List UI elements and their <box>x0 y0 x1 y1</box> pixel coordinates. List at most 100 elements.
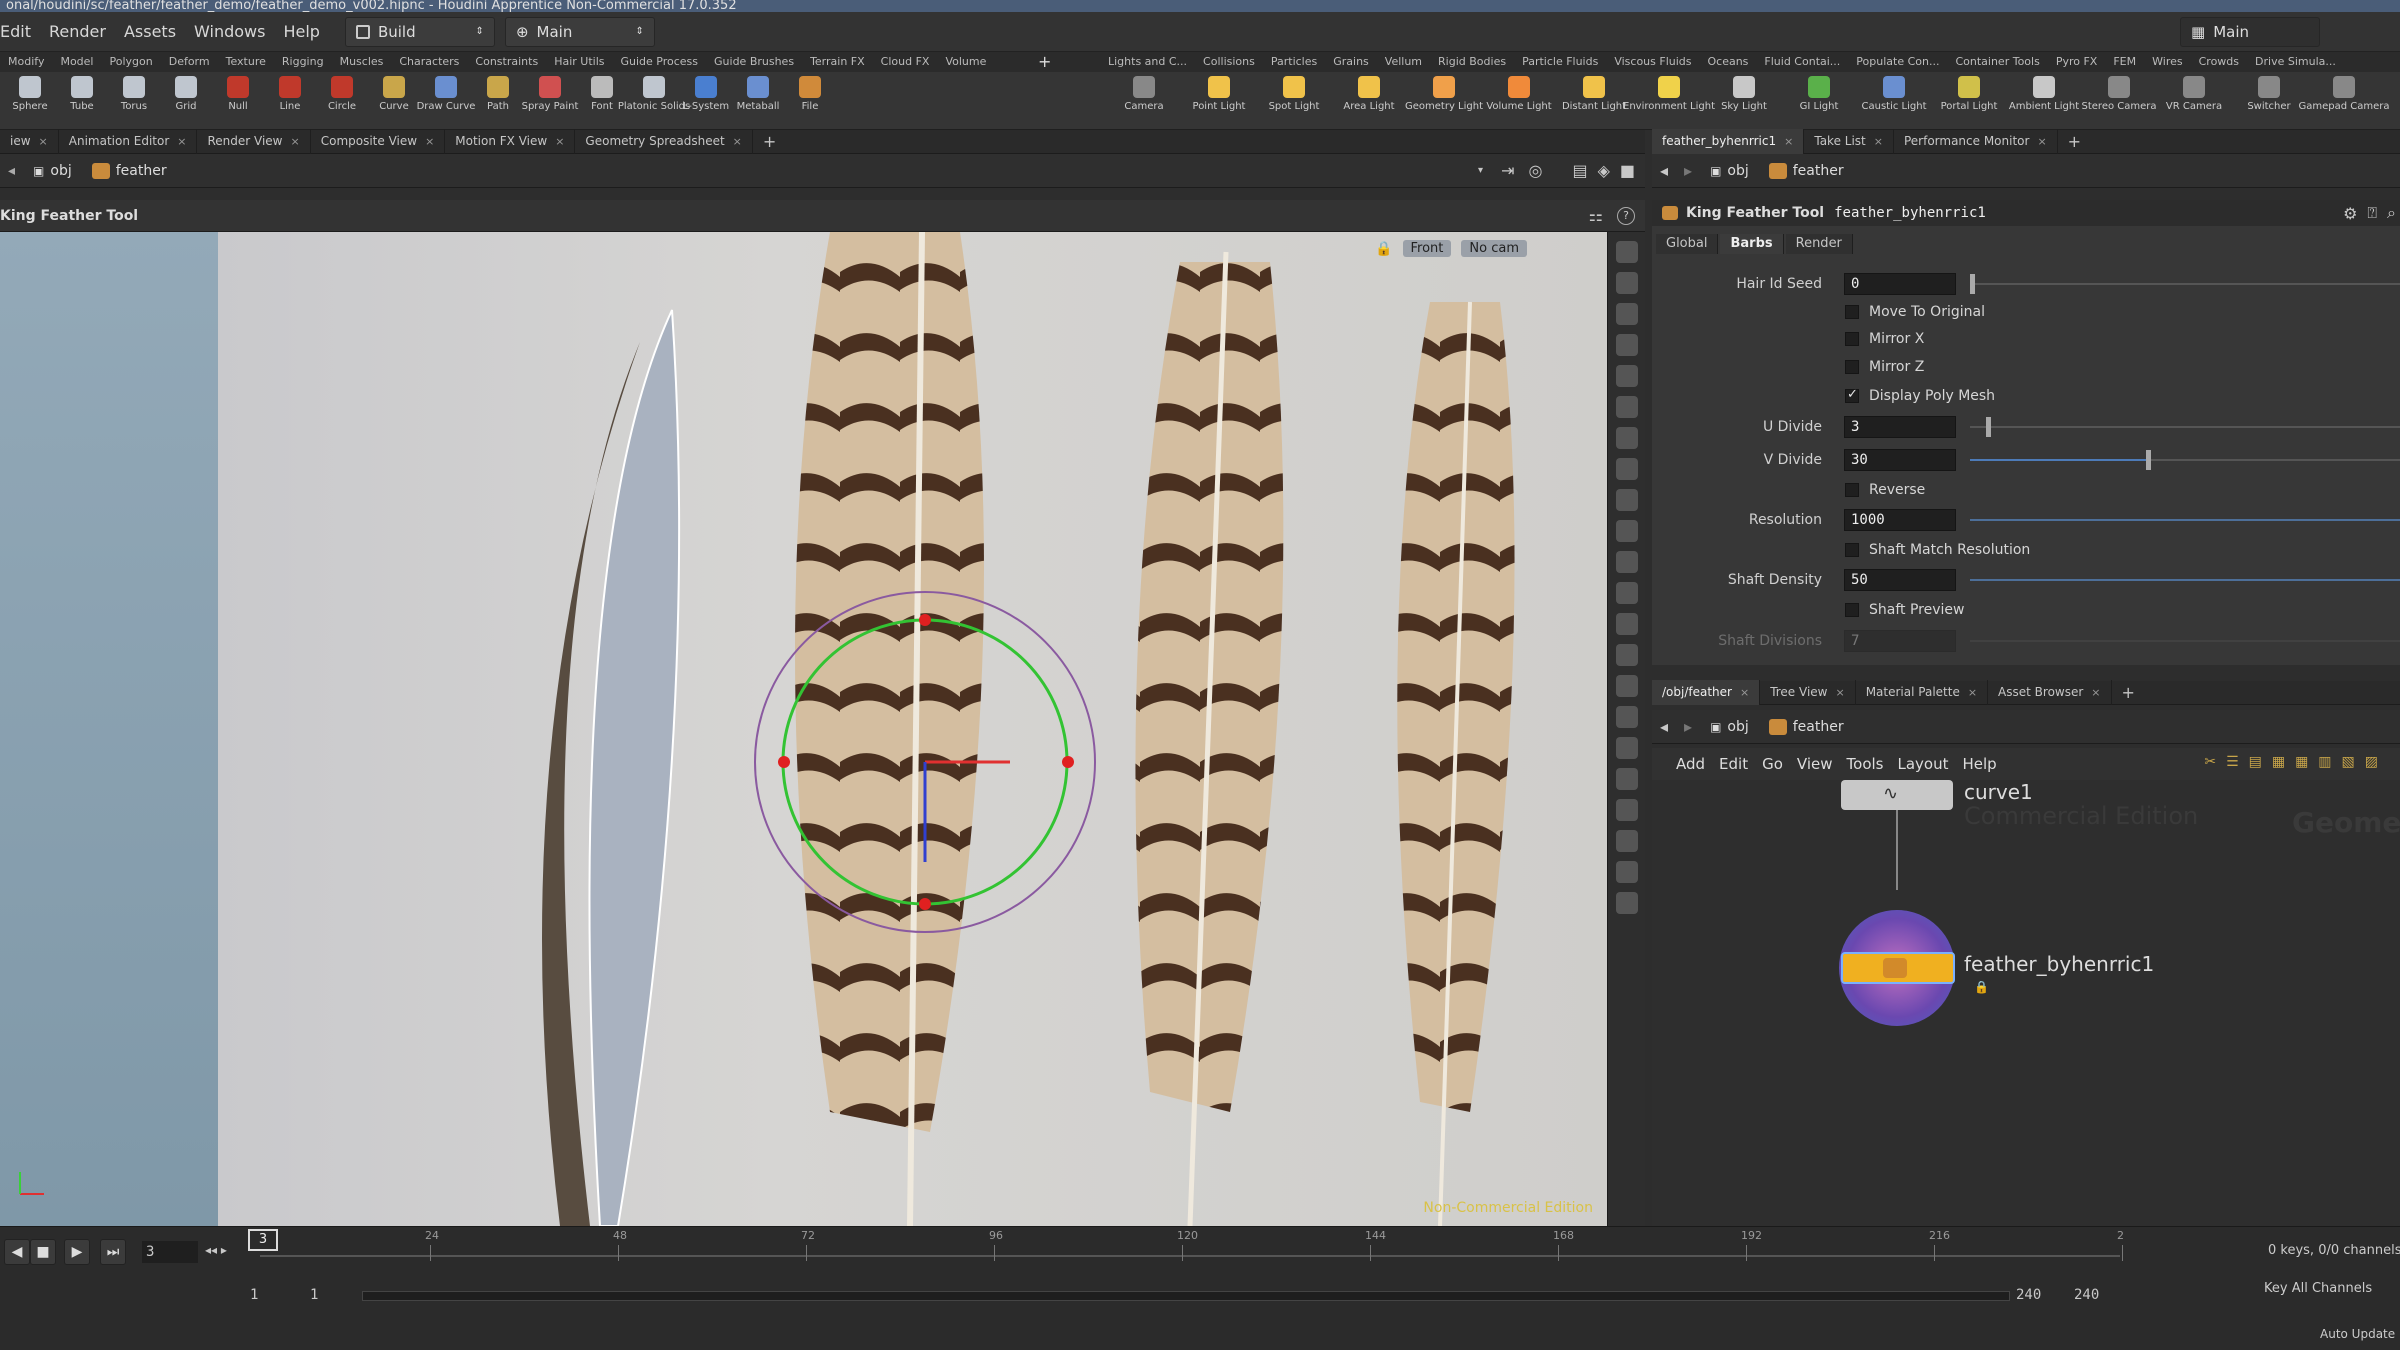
shelf-tab-viscous-fluids[interactable]: Viscous Fluids <box>1606 52 1699 72</box>
shelf-tool-caustic-light[interactable]: Caustic Light <box>1862 76 1927 126</box>
shelf-tool-vr-camera[interactable]: VR Camera <box>2166 76 2222 126</box>
param-path-obj[interactable]: ▣ obj <box>1700 163 1759 179</box>
mirror-x-checkbox[interactable] <box>1845 332 1859 346</box>
viewer-options-icon[interactable]: ◈ <box>1598 161 1610 180</box>
viewer-layout-icon[interactable]: ▤ <box>1572 161 1587 180</box>
current-frame-field[interactable]: 3 <box>142 1241 198 1263</box>
shaft-match-resolution-checkbox[interactable] <box>1845 543 1859 557</box>
lock-icon[interactable]: 🔒 <box>1375 241 1392 257</box>
shelf-tool-spot-light[interactable]: Spot Light <box>1266 76 1322 126</box>
shelf-tab-container-tools[interactable]: Container Tools <box>1947 52 2047 72</box>
shelf-tab-muscles[interactable]: Muscles <box>332 52 392 72</box>
play-reverse-icon[interactable]: ◀ <box>4 1239 30 1265</box>
shading-icon[interactable] <box>1615 365 1638 387</box>
camera-view-icon[interactable] <box>1615 861 1638 883</box>
forward-arrow-icon[interactable]: ▸ <box>1676 717 1700 736</box>
shelf-tab-modify[interactable]: Modify <box>0 52 52 72</box>
shelf-tab-oceans[interactable]: Oceans <box>1700 52 1757 72</box>
camera-menu[interactable]: No cam <box>1461 240 1527 257</box>
shelf-tab-rigging[interactable]: Rigging <box>274 52 332 72</box>
shelf-tab-pyro-fx[interactable]: Pyro FX <box>2048 52 2106 72</box>
tab-barbs[interactable]: Barbs <box>1720 234 1784 254</box>
shelf-tab-particles[interactable]: Particles <box>1263 52 1325 72</box>
tab-take-list[interactable]: Take List × <box>1804 129 1894 154</box>
key-all-channels-button[interactable]: Key All Channels <box>2264 1281 2372 1296</box>
net-path-obj[interactable]: ▣ obj <box>1700 719 1759 735</box>
net-path-feather[interactable]: feather <box>1759 718 1854 735</box>
close-icon[interactable]: × <box>291 135 300 148</box>
tab-render-view[interactable]: Render View × <box>197 129 311 154</box>
move-to-original-checkbox[interactable] <box>1845 305 1859 319</box>
shelf-tool-torus[interactable]: Torus <box>106 76 162 126</box>
auto-update-menu[interactable]: Auto Update <box>2320 1327 2395 1341</box>
menu-edit[interactable]: Edit <box>0 12 40 52</box>
lighting-icon[interactable] <box>1615 334 1638 356</box>
visibility-icon[interactable] <box>1615 892 1638 914</box>
add-tab-icon[interactable]: + <box>753 130 786 154</box>
shelf-tool-path[interactable]: Path <box>470 76 526 126</box>
param-path-feather[interactable]: feather <box>1759 162 1854 179</box>
shelf-tool-line[interactable]: Line <box>262 76 318 126</box>
shelf-tab-lights-and-c[interactable]: Lights and C... <box>1100 52 1195 72</box>
close-icon[interactable]: × <box>733 135 742 148</box>
menu-windows[interactable]: Windows <box>185 12 274 52</box>
grid-display-icon[interactable] <box>1615 799 1638 821</box>
tab-composite-view[interactable]: Composite View × <box>311 129 446 154</box>
shelf-tab-vellum[interactable]: Vellum <box>1377 52 1430 72</box>
reverse-checkbox[interactable] <box>1845 483 1859 497</box>
context-selector[interactable]: ⊕ Main ⇕ <box>504 16 655 47</box>
node-feather-byhenrric1[interactable] <box>1841 952 1955 984</box>
tab-feather-byhenrric1[interactable]: feather_byhenrric1 × <box>1652 129 1805 154</box>
shelf-tool-stereo-camera[interactable]: Stereo Camera <box>2082 76 2157 126</box>
back-arrow-icon[interactable]: ◂ <box>1652 161 1676 180</box>
add-shelf-tab-icon[interactable]: + <box>1038 52 1051 71</box>
shelf-tool-l-system[interactable]: L-System <box>678 76 734 126</box>
snapshot-icon[interactable] <box>1615 489 1638 511</box>
help-book-icon[interactable]: ⍰ <box>2367 203 2377 223</box>
desktop-selector[interactable]: Build ⇕ <box>344 16 495 47</box>
hair-id-seed-field[interactable]: 0 <box>1844 273 1956 295</box>
hand-icon[interactable] <box>1615 706 1638 728</box>
tab-material-palette[interactable]: Material Palette × <box>1856 680 1989 705</box>
net-menu-layout[interactable]: Layout <box>1897 755 1948 773</box>
timeline-track[interactable] <box>260 1255 2120 1257</box>
back-arrow-icon[interactable]: ◂ <box>1652 717 1676 736</box>
close-icon[interactable]: × <box>1835 686 1844 699</box>
mirror-z-checkbox[interactable] <box>1845 360 1859 374</box>
path-dropdown-icon[interactable]: ▾ <box>1478 165 1483 176</box>
view-menu[interactable]: Front <box>1402 240 1452 257</box>
ghost-icon[interactable] <box>1615 272 1638 294</box>
step-frame-icons[interactable]: ◂◂ ▸ <box>205 1243 227 1257</box>
shelf-tool-camera[interactable]: Camera <box>1116 76 1172 126</box>
add-tab-icon[interactable]: + <box>2112 681 2145 705</box>
tab-iew[interactable]: iew × <box>0 129 59 154</box>
shelf-tool-curve[interactable]: Curve <box>366 76 422 126</box>
shelf-tab-polygon[interactable]: Polygon <box>101 52 160 72</box>
close-icon[interactable]: × <box>555 135 564 148</box>
lock-camera-icon[interactable] <box>1615 303 1638 325</box>
tab-animation-editor[interactable]: Animation Editor × <box>59 129 198 154</box>
shelf-tool-draw-curve[interactable]: Draw Curve <box>417 76 475 126</box>
close-icon[interactable]: × <box>1968 686 1977 699</box>
shelf-tab-model[interactable]: Model <box>52 52 101 72</box>
normals-icon[interactable] <box>1615 458 1638 480</box>
point-numbers-icon[interactable] <box>1615 551 1638 573</box>
shelf-tool-circle[interactable]: Circle <box>314 76 370 126</box>
net-menu-tools[interactable]: Tools <box>1847 755 1884 773</box>
shelf-tab-fluid-contai[interactable]: Fluid Contai... <box>1756 52 1848 72</box>
tab-asset-browser[interactable]: Asset Browser × <box>1988 680 2112 705</box>
shelf-tab-collisions[interactable]: Collisions <box>1195 52 1263 72</box>
brush-icon[interactable] <box>1615 644 1638 666</box>
help-icon[interactable]: ? <box>1617 206 1635 225</box>
range-end-slider-field[interactable]: 240 <box>2016 1287 2041 1303</box>
tab-motion-fx-view[interactable]: Motion FX View × <box>445 129 576 154</box>
net-menu-add[interactable]: Add <box>1676 755 1705 773</box>
shelf-tab-hair-utils[interactable]: Hair Utils <box>546 52 612 72</box>
shelf-tool-environment-light[interactable]: Environment Light <box>1623 76 1715 126</box>
stop-icon[interactable]: ■ <box>30 1239 56 1265</box>
jump-end-icon[interactable]: ⏭ <box>100 1239 126 1265</box>
tab-tree-view[interactable]: Tree View × <box>1760 680 1856 705</box>
shelf-tool-portal-light[interactable]: Portal Light <box>1941 76 1997 126</box>
shaft-density-field[interactable]: 50 <box>1844 569 1956 591</box>
shelf-tab-texture[interactable]: Texture <box>218 52 274 72</box>
